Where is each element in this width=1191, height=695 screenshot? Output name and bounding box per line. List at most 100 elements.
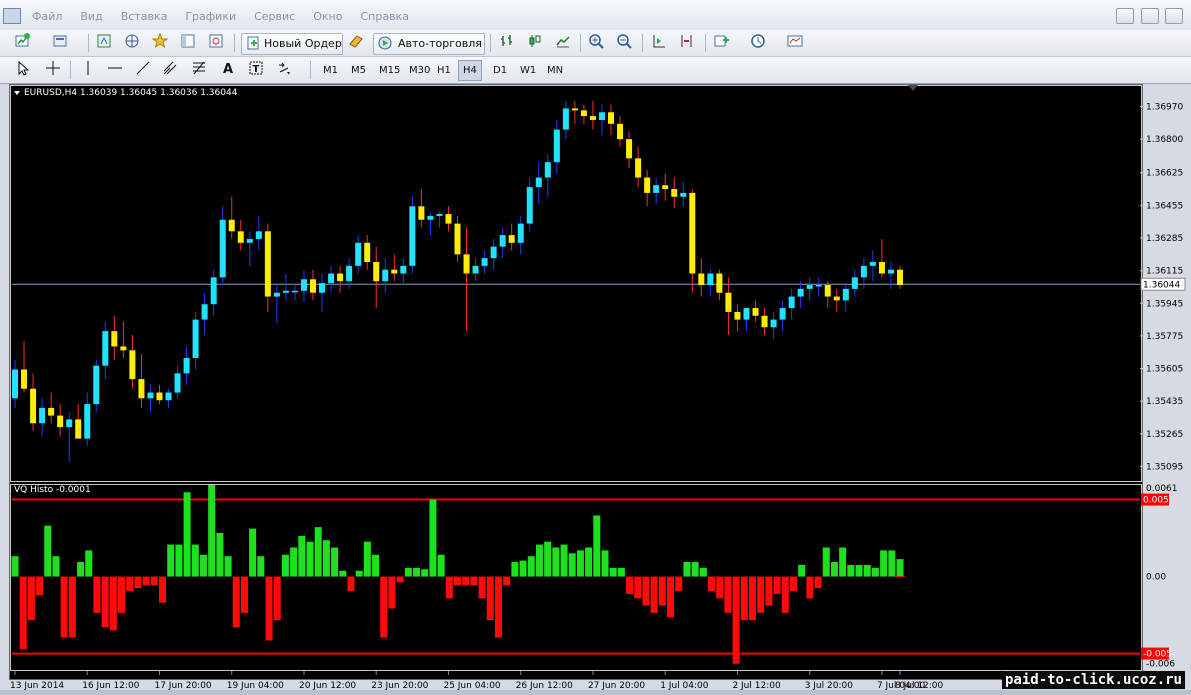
timeframe-m15[interactable]: M15 xyxy=(374,60,405,81)
hist-bar-positive xyxy=(798,564,806,577)
new-chart-icon[interactable] xyxy=(14,33,30,49)
candle-bull xyxy=(84,404,91,439)
autotrade-button[interactable]: Авто-торговля xyxy=(373,33,485,55)
horizontal-line-icon[interactable] xyxy=(107,60,123,76)
menu-item-0[interactable]: Файл xyxy=(32,10,62,23)
candle-bull xyxy=(553,129,560,163)
minimize-icon[interactable] xyxy=(1116,8,1134,24)
fibonacci-icon[interactable] xyxy=(191,60,207,76)
trendline-icon[interactable] xyxy=(135,60,151,76)
menu-item-5[interactable]: Окно xyxy=(313,10,342,23)
candle-bear xyxy=(752,308,759,316)
timeframe-mn[interactable]: MN xyxy=(542,60,568,81)
hist-bar-positive xyxy=(191,544,199,577)
line-chart-icon[interactable] xyxy=(555,33,571,49)
timeframe-m5[interactable]: M5 xyxy=(346,60,371,81)
periods-icon[interactable] xyxy=(750,33,766,49)
candlestick-icon[interactable] xyxy=(527,33,543,49)
vertical-line-icon[interactable] xyxy=(80,60,96,76)
text-icon[interactable]: A xyxy=(220,60,236,76)
hist-bar-negative xyxy=(232,576,240,628)
hist-bar-positive xyxy=(322,540,330,577)
cursor-icon[interactable] xyxy=(15,60,31,76)
zoom-out-icon[interactable] xyxy=(616,33,632,49)
candle-bull xyxy=(535,177,542,188)
chart-shift-icon[interactable] xyxy=(679,33,695,49)
candle-bull xyxy=(743,308,750,320)
candle-bear xyxy=(310,279,317,293)
hist-bar-positive xyxy=(413,567,421,577)
hist-tick-label: -0.006 xyxy=(1146,660,1175,670)
hist-bar-negative xyxy=(470,576,478,586)
hist-bar-positive xyxy=(871,567,879,577)
symbol-title: EURUSD,H4 1.36039 1.36045 1.36036 1.3604… xyxy=(24,88,238,98)
crosshair-icon[interactable] xyxy=(45,60,61,76)
collapse-arrow-icon[interactable] xyxy=(14,90,20,95)
candle-bear xyxy=(364,242,371,263)
menu-item-6[interactable]: Справка xyxy=(360,10,408,23)
chart-canvas[interactable]: 1.36970 1.36800 1.36625 1.36455 1.36285 1.361… xyxy=(10,85,1186,691)
hist-bar-negative xyxy=(789,576,797,592)
timeframe-d1[interactable]: D1 xyxy=(488,60,512,81)
zoom-in-icon[interactable] xyxy=(588,33,604,49)
indicators-icon[interactable] xyxy=(713,33,729,49)
strategy-tester-icon[interactable] xyxy=(208,33,224,49)
favorites-icon[interactable] xyxy=(152,33,168,49)
candle-bear xyxy=(580,110,587,117)
menu-item-3[interactable]: Графики xyxy=(185,10,236,23)
price-tick-label: 1.36800 xyxy=(1146,135,1183,145)
profiles-icon[interactable] xyxy=(52,33,68,49)
hist-bar-positive xyxy=(363,541,371,577)
candle-bull xyxy=(319,283,326,293)
menu-item-4[interactable]: Сервис xyxy=(254,10,295,23)
menu-item-2[interactable]: Вставка xyxy=(121,10,168,23)
market-watch-icon[interactable] xyxy=(96,33,112,49)
metaeditor-icon[interactable] xyxy=(348,33,364,49)
new-order-button[interactable]: Новый Ордер xyxy=(241,33,343,55)
new-order-icon xyxy=(247,36,259,50)
timeframe-h4[interactable]: H4 xyxy=(458,60,482,81)
navigator-icon[interactable] xyxy=(124,33,140,49)
hist-bar-positive xyxy=(429,499,437,577)
timeframe-m1[interactable]: M1 xyxy=(318,60,343,81)
arrows-icon[interactable] xyxy=(276,60,292,76)
hist-bar-positive xyxy=(224,556,232,577)
hist-bar-positive xyxy=(593,515,601,577)
menu-item-1[interactable]: Вид xyxy=(80,10,102,23)
candle-bear xyxy=(111,331,118,347)
hist-bar-negative xyxy=(749,576,756,621)
candle-bull xyxy=(544,162,551,178)
bar-chart-icon[interactable] xyxy=(499,33,515,49)
candle-bear xyxy=(662,185,669,190)
timeframe-m30[interactable]: M30 xyxy=(404,60,435,81)
candle-bull xyxy=(183,357,190,374)
toolbar-separator xyxy=(88,34,89,52)
restore-icon[interactable] xyxy=(1140,8,1159,24)
candle-bear xyxy=(391,269,398,274)
price-tick-label: 1.35435 xyxy=(1146,397,1183,407)
candle-bear xyxy=(129,350,136,380)
text-label-icon[interactable]: T xyxy=(248,60,264,76)
timeframe-w1[interactable]: W1 xyxy=(515,60,541,81)
candle-bear xyxy=(716,273,723,293)
terminal-icon[interactable] xyxy=(180,33,196,49)
templates-icon[interactable] xyxy=(787,33,803,49)
hist-bar-negative xyxy=(347,576,355,592)
candle-bear xyxy=(589,116,596,120)
hist-bar-positive xyxy=(372,554,380,577)
close-icon[interactable] xyxy=(1165,8,1183,24)
chart-window[interactable]: 1.36970 1.36800 1.36625 1.36455 1.36285 1.361… xyxy=(9,84,1186,691)
auto-scroll-icon[interactable] xyxy=(651,33,667,49)
channel-icon[interactable] xyxy=(162,60,178,76)
hist-bar-negative xyxy=(494,576,502,638)
timeframe-h1[interactable]: H1 xyxy=(432,60,456,81)
symbol-header: EURUSD,H4 1.36039 1.36045 1.36036 1.3604… xyxy=(14,88,237,98)
candle-bear xyxy=(626,139,633,159)
candle-bull xyxy=(300,279,307,291)
autotrade-label: Авто-торговля xyxy=(398,37,482,50)
candle-bull xyxy=(355,242,362,266)
hist-bar-positive xyxy=(77,562,85,577)
hist-bar-positive xyxy=(249,528,257,577)
candle-bear xyxy=(228,219,235,232)
candle-bull xyxy=(526,187,533,224)
